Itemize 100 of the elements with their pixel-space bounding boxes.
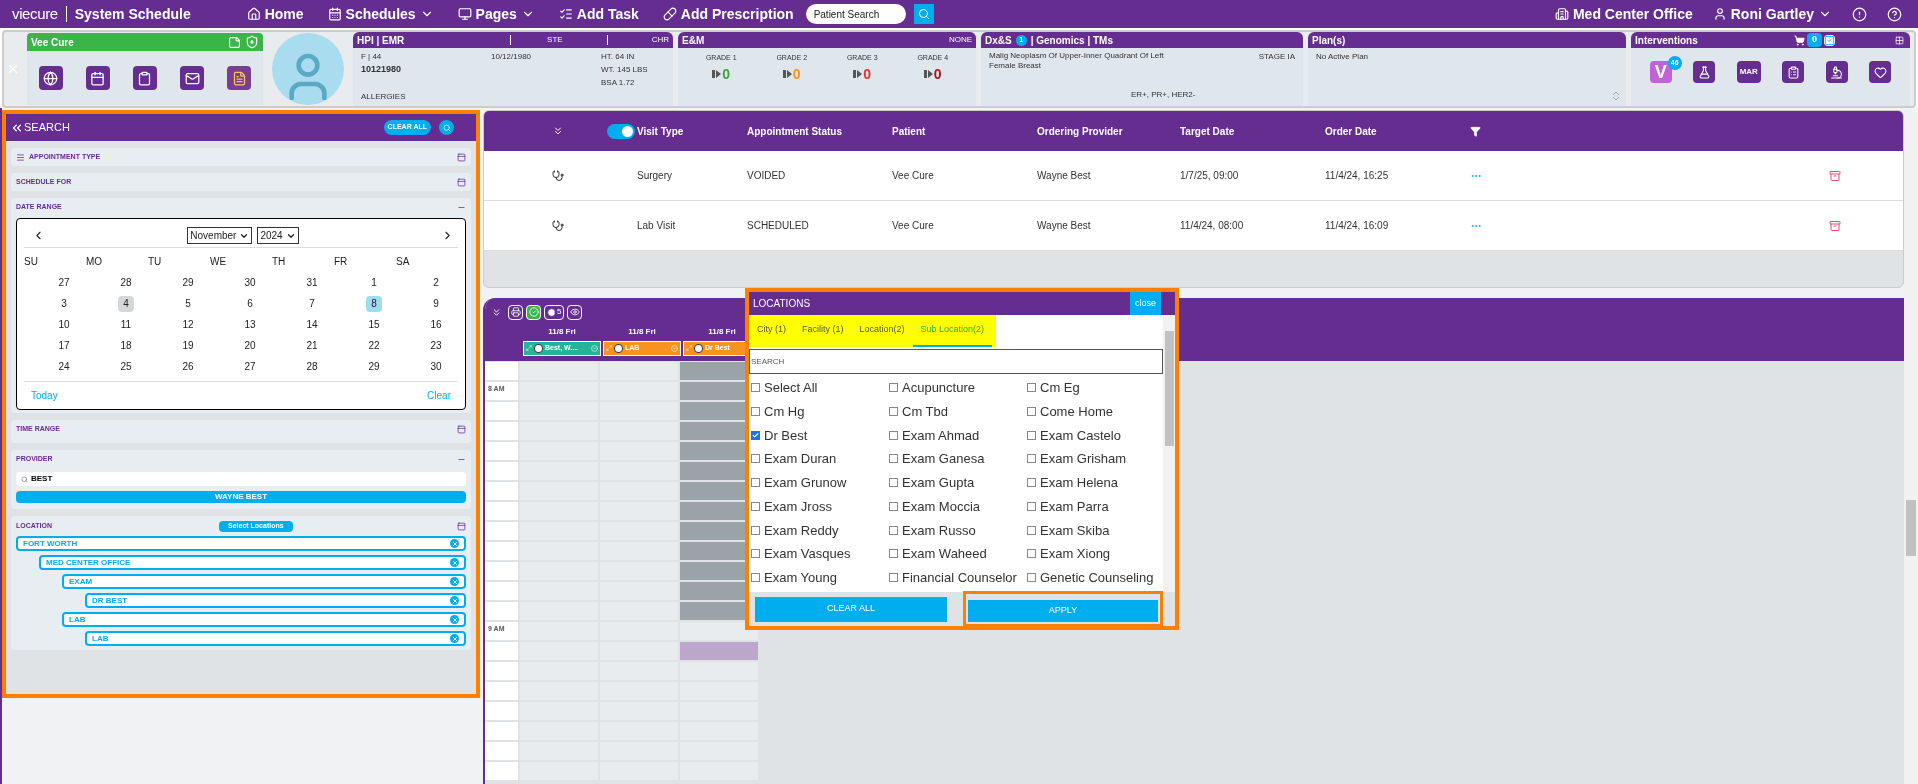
user-menu[interactable]: Roni Gartley — [1712, 3, 1832, 25]
v-logo-button[interactable]: V — [1649, 61, 1672, 83]
table-cell-text: Vee Cure — [892, 219, 935, 233]
option-label: Exam Young — [764, 569, 837, 588]
calendar-day[interactable]: 10 — [56, 316, 72, 333]
calendar-day[interactable]: 22 — [366, 337, 382, 354]
table-cell-text: 11/4/24, 16:09 — [1325, 219, 1390, 233]
location-chip-label: LAB — [92, 632, 109, 645]
calendar-day[interactable]: 3 — [56, 295, 72, 312]
cart-count: 0 — [1807, 33, 1822, 47]
calendar-day[interactable]: 11 — [118, 316, 134, 333]
plan-text: No Active Plan — [1316, 51, 1370, 63]
option-label: Exam Parra — [1040, 497, 1109, 516]
calendar-day[interactable]: 8 — [366, 295, 382, 312]
card-title: Plan(s) — [1312, 33, 1346, 48]
calendar-day[interactable]: 19 — [180, 337, 196, 354]
calendar-day[interactable]: 17 — [56, 337, 72, 354]
diagnosis-text: Malig Neoplasm Of Upper-Inner Quadrant Of Left Female Breast — [989, 51, 1165, 71]
option-label: Exam Russo — [902, 521, 976, 540]
logo[interactable]: viecure — [12, 2, 58, 26]
calendar-day[interactable]: 29 — [180, 274, 196, 291]
nav-link[interactable]: Add Task — [558, 3, 639, 25]
table-cell-text: SCHEDULED — [747, 219, 810, 233]
office-selector[interactable]: Med Center Office — [1554, 3, 1693, 25]
weekday-label: MO — [86, 255, 104, 269]
calendar-day[interactable]: 16 — [428, 316, 444, 333]
option-label: Exam Gupta — [902, 474, 975, 493]
column-header[interactable]: Appointment Status — [747, 123, 892, 139]
nav-link[interactable]: Pages — [457, 3, 535, 25]
option-label: Exam Xiong — [1040, 545, 1111, 564]
calendar-day[interactable]: 25 — [118, 358, 134, 375]
calendar-day[interactable]: 23 — [428, 337, 444, 354]
mar-button[interactable]: MAR — [1736, 61, 1761, 83]
body-surface-area: BSA 1.72 — [601, 77, 648, 89]
option-label: Exam Helena — [1040, 474, 1119, 493]
calendar-day[interactable]: 27 — [56, 274, 72, 291]
patient-name: Vee Cure — [31, 35, 74, 50]
calendar-day[interactable]: 18 — [118, 337, 134, 354]
panel-title: SEARCH — [24, 120, 70, 136]
option-label: Cm Eg — [1040, 379, 1080, 397]
weekday-label: FR — [334, 255, 349, 269]
calendar-day[interactable]: 29 — [366, 358, 382, 375]
option-label: Financial Counselor — [902, 569, 1017, 588]
column-header[interactable]: Order Date — [1325, 123, 1470, 139]
calendar-day[interactable]: 21 — [304, 337, 320, 354]
year-select[interactable]: 2024 — [257, 227, 299, 244]
nav-link[interactable]: Home — [246, 3, 304, 25]
calendar-day[interactable]: 20 — [242, 337, 258, 354]
column-date: 11/8 Fri — [627, 326, 657, 338]
card-tabs[interactable]: | Genomics | TMs — [1030, 32, 1113, 48]
weekday-label: SA — [396, 255, 411, 269]
calendar-day[interactable]: 9 — [428, 295, 444, 312]
option-label: Acupuncture — [902, 379, 975, 397]
patient-search-field[interactable]: Patient Search — [805, 4, 906, 24]
calendar-day[interactable]: 28 — [304, 358, 320, 375]
calendar-day[interactable]: 14 — [304, 316, 320, 333]
receptor-status: ER+, PR+, HER2- — [1131, 89, 1196, 101]
calendar-day[interactable]: 31 — [304, 274, 320, 291]
nav-link[interactable]: Add Prescription — [662, 3, 794, 25]
column-header[interactable]: Patient — [892, 123, 1037, 139]
calendar-day[interactable]: 24 — [56, 358, 72, 375]
calendar-day[interactable]: 15 — [366, 316, 382, 333]
location-tab[interactable]: Facility (1) — [794, 315, 852, 347]
clock-button[interactable]: 5 — [544, 304, 565, 320]
calendar-day[interactable]: 1 — [366, 274, 382, 291]
card-label: STE — [547, 34, 563, 46]
calendar-day[interactable]: 5 — [180, 295, 196, 312]
calendar-day[interactable]: 28 — [118, 274, 134, 291]
height: HT. 64 IN — [601, 51, 636, 63]
calendar-day[interactable]: 13 — [242, 316, 258, 333]
column-header[interactable]: Target Date — [1180, 123, 1325, 139]
option-label: Dr Best — [764, 426, 808, 445]
calendar-day[interactable]: 6 — [242, 295, 258, 312]
grade-count: 0 — [792, 66, 801, 81]
calendar-day[interactable]: 4 — [118, 295, 134, 312]
table-cell-text: Vee Cure — [892, 169, 935, 183]
calendar-day[interactable]: 27 — [242, 358, 258, 375]
calendar-day[interactable]: 30 — [242, 274, 258, 291]
location-chip-label: EXAM — [69, 575, 93, 588]
table-cell-text: 1/7/25, 09:00 — [1180, 169, 1240, 183]
option-label: Cm Tbd — [902, 402, 948, 421]
month-select[interactable]: November — [187, 227, 253, 244]
option-label: Exam Grunow — [764, 474, 847, 493]
calendar-day[interactable]: 7 — [304, 295, 320, 312]
option-label: Exam Skiba — [1040, 521, 1110, 540]
grade-count: 0 — [933, 66, 942, 81]
calendar-day[interactable]: 2 — [428, 274, 444, 291]
provider-search-field[interactable]: BEST — [16, 472, 466, 486]
calendar-day[interactable]: 30 — [428, 358, 444, 375]
card-title: HPI | EMR — [357, 33, 405, 48]
location-tab[interactable]: Location(2) — [851, 315, 913, 347]
column-header[interactable]: Visit Type — [637, 123, 684, 139]
location-chip-label: LAB — [69, 613, 86, 626]
option-label: Exam Moccia — [902, 497, 981, 516]
calendar-day[interactable]: 12 — [180, 316, 196, 333]
calendar-day[interactable]: 26 — [180, 358, 196, 375]
nav-link[interactable]: Schedules — [327, 3, 434, 25]
stage-label: STAGE IA — [1258, 51, 1295, 63]
column-header[interactable]: Ordering Provider — [1037, 123, 1180, 139]
location-search-field[interactable]: SEARCH — [749, 349, 1163, 374]
